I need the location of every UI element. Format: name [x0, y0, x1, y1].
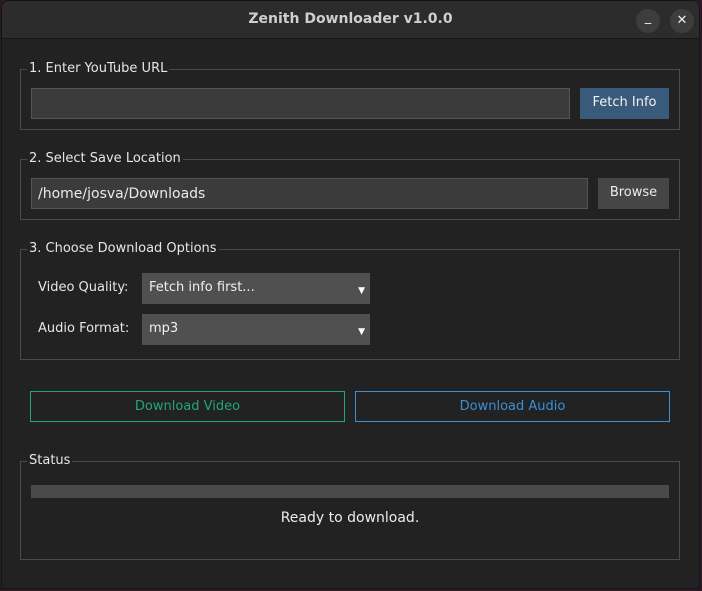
status-message: Ready to download. — [280, 510, 420, 526]
save-location-group: 2. Select Save Location Browse — [20, 150, 680, 220]
browse-button[interactable]: Browse — [598, 178, 669, 209]
save-path-input[interactable] — [31, 178, 588, 209]
status-group: Status Ready to download. — [20, 452, 680, 560]
video-quality-select[interactable]: Fetch info first... ▼ — [142, 273, 370, 304]
progress-bar — [31, 485, 669, 498]
window-title: Zenith Downloader v1.0.0 — [248, 11, 453, 27]
url-group: 1. Enter YouTube URL Fetch Info — [20, 60, 680, 130]
app-window: Zenith Downloader v1.0.0 _ ✕ 1. Enter Yo… — [1, 0, 700, 589]
chevron-down-icon: ▼ — [358, 327, 365, 337]
video-quality-label: Video Quality: — [38, 280, 129, 295]
audio-format-select[interactable]: mp3 ▼ — [142, 314, 370, 345]
status-legend: Status — [27, 452, 73, 470]
video-quality-value: Fetch info first... — [149, 280, 255, 295]
minimize-icon: _ — [644, 10, 652, 25]
url-group-legend: 1. Enter YouTube URL — [27, 60, 170, 78]
download-options-legend: 3. Choose Download Options — [27, 240, 219, 258]
audio-format-value: mp3 — [149, 321, 179, 336]
minimize-button[interactable]: _ — [636, 9, 660, 33]
chevron-down-icon: ▼ — [358, 286, 365, 296]
title-bar[interactable]: Zenith Downloader v1.0.0 _ ✕ — [2, 1, 699, 39]
close-icon: ✕ — [676, 13, 688, 28]
save-location-legend: 2. Select Save Location — [27, 150, 183, 168]
download-video-button[interactable]: Download Video — [30, 391, 345, 422]
close-button[interactable]: ✕ — [670, 9, 694, 33]
url-input[interactable] — [31, 88, 570, 119]
fetch-info-button[interactable]: Fetch Info — [580, 88, 669, 119]
download-options-group: 3. Choose Download Options Video Quality… — [20, 240, 680, 360]
download-audio-button[interactable]: Download Audio — [355, 391, 670, 422]
audio-format-label: Audio Format: — [38, 321, 130, 336]
